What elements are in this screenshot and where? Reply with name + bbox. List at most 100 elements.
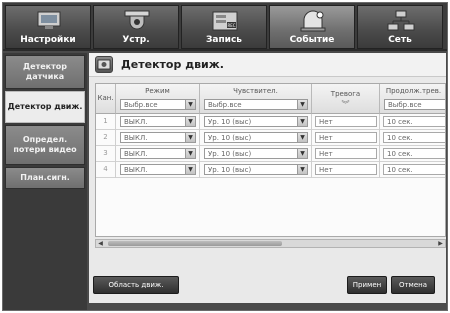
alarm-field[interactable]: Нет — [315, 164, 377, 175]
duration-field[interactable]: 10 сек. — [383, 148, 445, 159]
chevron-down-icon[interactable]: ︾ — [312, 99, 379, 110]
tab-record-label: Запись — [205, 35, 243, 45]
alarm-cell: Нет — [312, 114, 380, 130]
alarm-field[interactable]: Нет — [315, 148, 377, 159]
row-channel: 2 — [96, 130, 116, 146]
sensitivity-select[interactable]: Ур. 10 (выс) ▼ — [204, 132, 308, 143]
row-channel: 3 — [96, 146, 116, 162]
mode-cell: ВЫКЛ. ▼ — [116, 162, 200, 178]
motion-settings-table: Кан. Режим Выбр.все ▼ Чувствител. Выбр.в… — [95, 83, 446, 237]
sensitivity-select[interactable]: Ур. 10 (выс) ▼ — [204, 148, 308, 159]
column-header-label: Продолж.трев. — [385, 87, 442, 95]
camera-icon — [124, 10, 150, 30]
menu-item-label: Определ. потери видео — [13, 135, 77, 154]
select-value: Ур. 10 (выс) — [208, 150, 252, 158]
svg-text:REC: REC — [227, 23, 235, 28]
row-channel: 4 — [96, 162, 116, 178]
duration-field[interactable]: 10 сек. — [383, 164, 445, 175]
tab-settings-label: Настройки — [20, 35, 76, 45]
mode-select[interactable]: ВЫКЛ. ▼ — [120, 132, 196, 143]
network-icon — [387, 10, 415, 31]
select-value: Выбр.все — [208, 101, 242, 109]
select-value: ВЫКЛ. — [124, 166, 148, 174]
chevron-down-icon: ▼ — [185, 117, 195, 126]
sensitivity-select[interactable]: Ур. 10 (выс) ▼ — [204, 164, 308, 175]
left-menu: Детектор датчика Детектор движ. Определ.… — [3, 53, 87, 310]
column-header-mode: Режим Выбр.все ▼ — [116, 84, 200, 114]
event-icon — [300, 10, 326, 32]
duration-cell: 10 сек. — [380, 114, 445, 130]
sensitivity-cell: Ур. 10 (выс) ▼ — [200, 146, 312, 162]
chevron-down-icon: ▼ — [185, 149, 195, 158]
column-header-duration: Продолж.трев. Выбр.все — [380, 84, 445, 114]
motion-detector-icon — [95, 56, 113, 73]
motion-area-button[interactable]: Область движ. — [93, 276, 179, 294]
menu-item-label: Детектор движ. — [7, 102, 83, 111]
column-header-sensitivity: Чувствител. Выбр.все ▼ — [200, 84, 312, 114]
select-value: Ур. 10 (выс) — [208, 134, 252, 142]
mode-select[interactable]: ВЫКЛ. ▼ — [120, 148, 196, 159]
tab-settings[interactable]: Настройки — [5, 5, 91, 49]
chevron-down-icon: ▼ — [297, 117, 307, 126]
scrollbar-thumb[interactable] — [108, 241, 282, 246]
monitor-icon — [37, 11, 61, 29]
mode-cell: ВЫКЛ. ▼ — [116, 130, 200, 146]
alarm-field[interactable]: Нет — [315, 132, 377, 143]
chevron-down-icon: ▼ — [297, 100, 307, 109]
chevron-down-icon: ▼ — [297, 165, 307, 174]
table-row: 4 ВЫКЛ. ▼ Ур. 10 (выс) ▼ Нет 10 сек. — [96, 162, 445, 178]
mode-select[interactable]: ВЫКЛ. ▼ — [120, 164, 196, 175]
duration-select-all[interactable]: Выбр.все — [384, 99, 445, 110]
mode-cell: ВЫКЛ. ▼ — [116, 114, 200, 130]
select-value: ВЫКЛ. — [124, 118, 148, 126]
mode-select[interactable]: ВЫКЛ. ▼ — [120, 116, 196, 127]
column-header-label: Чувствител. — [233, 87, 278, 95]
duration-field[interactable]: 10 сек. — [383, 132, 445, 143]
chevron-left-icon[interactable]: ◀ — [96, 240, 105, 247]
tab-event[interactable]: Событие — [269, 5, 355, 49]
apply-button[interactable]: Примен — [347, 276, 387, 294]
mode-select-all[interactable]: Выбр.все ▼ — [120, 99, 196, 110]
column-header-label: Режим — [145, 87, 170, 95]
cancel-button[interactable]: Отмена — [391, 276, 435, 294]
menu-item-video-loss[interactable]: Определ. потери видео — [5, 125, 85, 165]
tab-network[interactable]: Сеть — [357, 5, 443, 49]
sensitivity-select-all[interactable]: Выбр.все ▼ — [204, 99, 308, 110]
tab-device[interactable]: Устр. — [93, 5, 179, 49]
table-row: 3 ВЫКЛ. ▼ Ур. 10 (выс) ▼ Нет 10 сек. — [96, 146, 445, 162]
duration-cell: 10 сек. — [380, 162, 445, 178]
duration-cell: 10 сек. — [380, 130, 445, 146]
menu-item-sensor-detector[interactable]: Детектор датчика — [5, 55, 85, 89]
column-header-alarm: Тревога ︾ — [312, 84, 380, 114]
menu-item-motion-detector[interactable]: Детектор движ. — [5, 91, 85, 123]
alarm-cell: Нет — [312, 162, 380, 178]
alarm-cell: Нет — [312, 146, 380, 162]
chevron-down-icon: ▼ — [185, 133, 195, 142]
column-header-label: Кан. — [97, 94, 114, 102]
dvr-window: Настройки Устр. REC Запись Событие Сеть … — [2, 2, 448, 311]
top-navigation: Настройки Устр. REC Запись Событие Сеть — [3, 3, 447, 51]
title-bar: Детектор движ. — [89, 53, 446, 77]
duration-field[interactable]: 10 сек. — [383, 116, 445, 127]
tab-device-label: Устр. — [122, 35, 150, 45]
sensitivity-cell: Ур. 10 (выс) ▼ — [200, 130, 312, 146]
select-value: Ур. 10 (выс) — [208, 166, 252, 174]
select-value: ВЫКЛ. — [124, 150, 148, 158]
chevron-down-icon: ▼ — [297, 149, 307, 158]
menu-item-alarm-schedule[interactable]: План.сигн. — [5, 167, 85, 189]
menu-item-label: Детектор датчика — [23, 62, 67, 81]
select-value: Выбр.все — [388, 101, 422, 109]
column-header-channel: Кан. — [96, 84, 116, 114]
table-row: 2 ВЫКЛ. ▼ Ур. 10 (выс) ▼ Нет 10 сек. — [96, 130, 445, 146]
chevron-down-icon: ▼ — [297, 133, 307, 142]
sensitivity-cell: Ур. 10 (выс) ▼ — [200, 114, 312, 130]
sensitivity-select[interactable]: Ур. 10 (выс) ▼ — [204, 116, 308, 127]
tab-record[interactable]: REC Запись — [181, 5, 267, 49]
duration-cell: 10 сек. — [380, 146, 445, 162]
tab-network-label: Сеть — [388, 35, 412, 45]
table-row: 1 ВЫКЛ. ▼ Ур. 10 (выс) ▼ Нет 10 сек. — [96, 114, 445, 130]
chevron-right-icon[interactable]: ▶ — [436, 240, 445, 247]
horizontal-scrollbar[interactable]: ◀ ▶ — [95, 239, 446, 248]
alarm-cell: Нет — [312, 130, 380, 146]
alarm-field[interactable]: Нет — [315, 116, 377, 127]
